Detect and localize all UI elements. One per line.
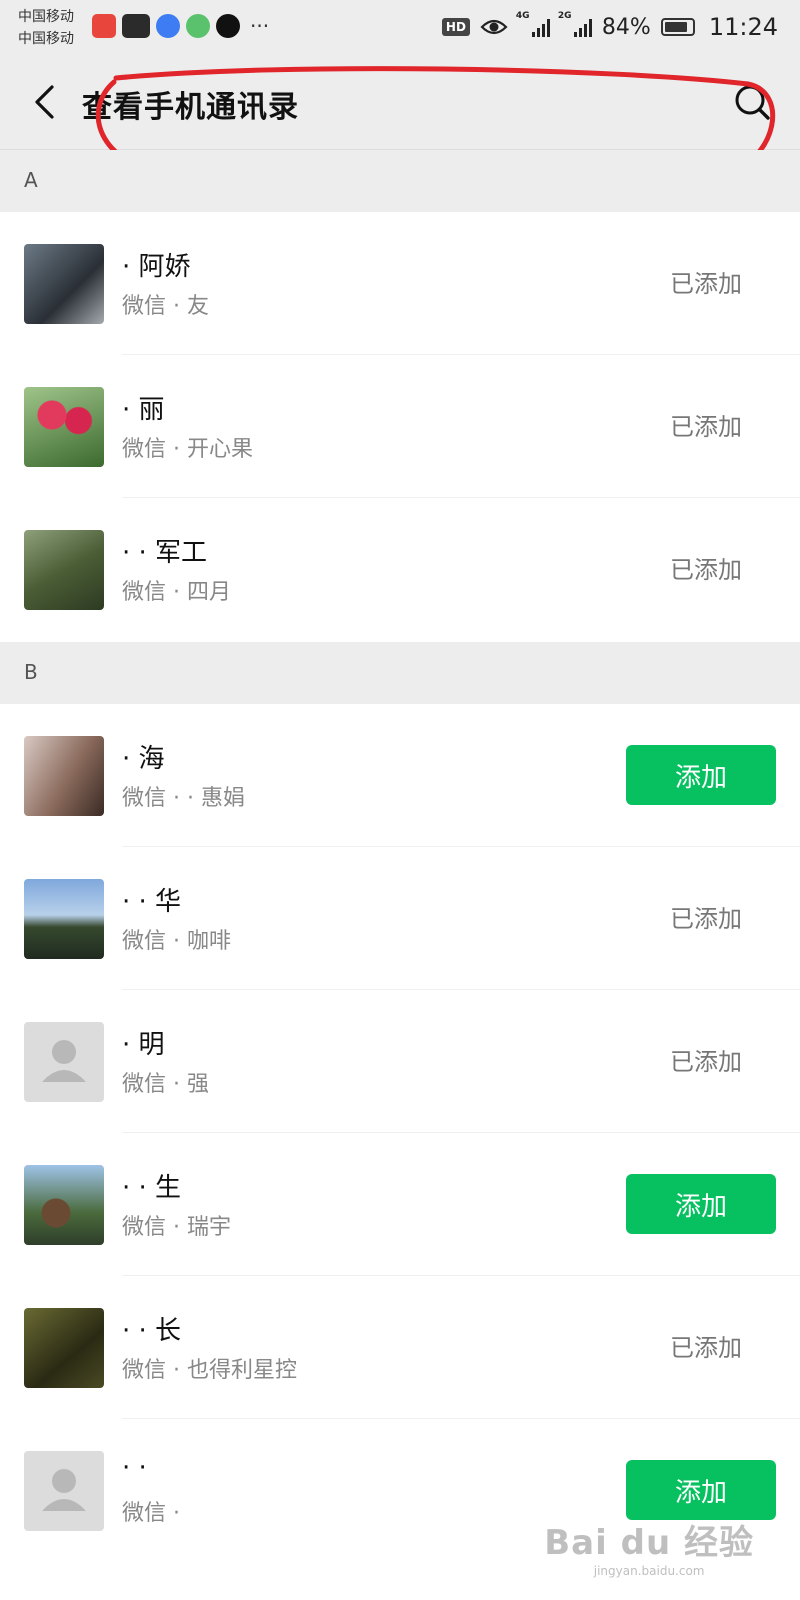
hd-badge: HD [441,18,470,36]
contact-wechat-name: 微信 · 开心果 [122,437,253,462]
news-app-icon [122,14,150,38]
added-label: 已添加 [670,1334,742,1362]
chevron-left-icon [35,85,54,119]
contact-row[interactable]: · 阿娇 微信 · 友 已添加 [0,212,800,355]
added-label: 已添加 [670,556,742,584]
contact-row[interactable]: · · 生 微信 · 瑞宇 添加 [0,1133,800,1276]
contact-name: · 明 [122,1030,165,1060]
added-label: 已添加 [670,270,742,298]
video-app-icon [186,14,210,38]
contact-row[interactable]: · 明 微信 · 强 已添加 [0,990,800,1133]
baidu-paw-icon [156,14,180,38]
contact-wechat-name: 微信 · 强 [122,1072,209,1097]
contact-wechat-name: 微信 · 四月 [122,580,231,605]
contact-wechat-name: 微信 · 也得利星控 [122,1358,297,1383]
contact-name: · 丽 [122,395,165,425]
notification-icons: ··· [92,14,269,38]
nav-header: 查看手机通讯录 [0,56,800,150]
avatar[interactable] [24,1022,104,1102]
page-title: 查看手机通讯录 [82,90,299,125]
contact-row[interactable]: · 海 微信 · · 惠娟 添加 [0,704,800,847]
contact-name: · 阿娇 [122,252,191,282]
add-contact-button[interactable]: 添加 [626,1174,776,1234]
section-header-a: A [0,150,800,212]
avatar[interactable] [24,530,104,610]
contact-name: · · 生 [122,1173,182,1203]
add-contact-button[interactable]: 添加 [626,1460,776,1520]
contact-wechat-name: 微信 · 瑞宇 [122,1215,231,1240]
watermark-main: Bai du 经验 [544,1523,754,1563]
added-label: 已添加 [670,1048,742,1076]
contact-row[interactable]: · · 长 微信 · 也得利星控 已添加 [0,1276,800,1419]
avatar[interactable] [24,1308,104,1388]
contact-name: · · 华 [122,887,182,917]
contact-wechat-name: 微信 · · 惠娟 [122,786,245,811]
search-icon [735,85,770,120]
section-header-b: B [0,642,800,704]
battery-percentage: 84% [601,14,651,40]
avatar[interactable] [24,1451,104,1531]
contact-wechat-name: 微信 · [122,1501,180,1526]
carrier-1: 中国移动 [18,9,74,25]
contact-row[interactable]: · · 军工 微信 · 四月 已添加 [0,498,800,641]
contact-name: · · 军工 [122,538,208,568]
contact-name: · 海 [122,744,165,774]
contact-row[interactable]: · 丽 微信 · 开心果 已添加 [0,355,800,498]
carrier-2: 中国移动 [18,31,74,47]
signal-2g-icon: 2G [558,11,592,37]
avatar[interactable] [24,1165,104,1245]
clock: 11:24 [708,13,778,41]
battery-icon [660,18,695,36]
search-button[interactable] [728,78,776,126]
default-user-icon [42,1040,86,1082]
tiktok-icon [216,14,240,38]
contact-wechat-name: 微信 · 咖啡 [122,929,231,954]
avatar[interactable] [24,879,104,959]
system-icons: HD 4G 2G 84% 11:24 [441,11,778,42]
added-label: 已添加 [670,413,742,441]
contact-wechat-name: 微信 · 友 [122,294,209,319]
signal-4g-icon: 4G [516,11,550,37]
shopping-app-icon [92,14,116,38]
back-button[interactable] [24,78,64,126]
add-contact-button[interactable]: 添加 [626,745,776,805]
eye-icon [480,19,508,35]
avatar[interactable] [24,244,104,324]
baidu-jingyan-watermark: Bai du 经验 jingyan.baidu.com [544,1515,754,1578]
avatar[interactable] [24,387,104,467]
added-label: 已添加 [670,905,742,933]
contact-row[interactable]: · · 华 微信 · 咖啡 已添加 [0,847,800,990]
watermark-url: jingyan.baidu.com [593,1564,705,1578]
avatar[interactable] [24,736,104,816]
default-user-icon [42,1469,86,1511]
status-bar: 中国移动 中国移动 ··· HD 4G 2G 84% 11:24 [0,0,800,56]
contact-name: · · [122,1453,147,1483]
contact-name: · · 长 [122,1316,182,1346]
more-notifications-icon: ··· [250,14,270,38]
